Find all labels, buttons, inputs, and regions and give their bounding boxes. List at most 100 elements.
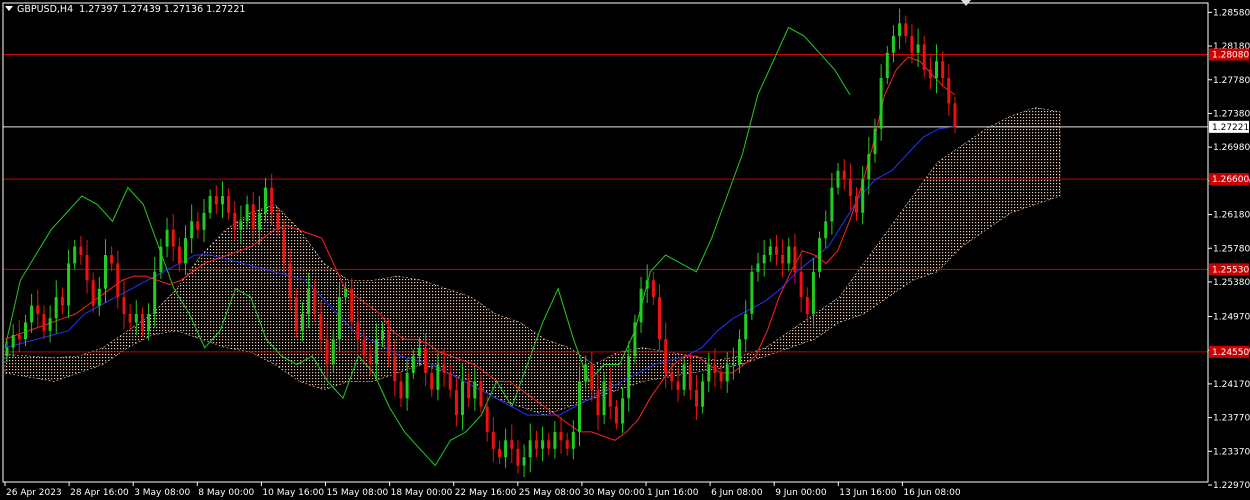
candle-body — [830, 187, 834, 222]
candle — [202, 199, 206, 243]
candle-body — [793, 246, 797, 272]
candle — [565, 432, 569, 456]
candle-body — [436, 364, 440, 390]
candle-body — [270, 187, 274, 213]
level-label-text: 1.26600 — [1212, 175, 1249, 185]
kumo-area — [4, 107, 1061, 416]
candle — [559, 417, 563, 454]
candle — [621, 387, 625, 434]
candle-body — [916, 44, 920, 53]
candle — [614, 399, 618, 430]
candle — [91, 272, 95, 313]
candle — [116, 250, 120, 309]
candle-body — [664, 339, 668, 373]
candle-body — [744, 314, 748, 340]
x-tick-label: 3 May 08:00 — [134, 488, 190, 498]
candle-body — [867, 153, 871, 180]
candle — [861, 166, 865, 225]
candle — [17, 320, 21, 353]
ohlc-high: 1.27439 — [121, 4, 161, 15]
candle — [781, 239, 785, 278]
candle-body — [233, 212, 237, 230]
candle — [928, 56, 932, 90]
x-tick-label: 30 May 00:00 — [583, 488, 645, 498]
candle-body — [221, 196, 224, 205]
level-label-text: 1.25530 — [1212, 265, 1249, 275]
candle-body — [17, 335, 21, 340]
candle-body — [177, 246, 181, 264]
candle-body — [42, 314, 46, 331]
x-tick-label: 8 May 00:00 — [198, 488, 254, 498]
price-chart[interactable]: 1.285801.281801.277801.273801.269801.265… — [0, 0, 1250, 500]
candle — [818, 231, 822, 278]
y-tick-label: 1.24170 — [1213, 380, 1250, 390]
candle-body — [947, 78, 951, 104]
candle-body — [73, 246, 77, 264]
candle-body — [97, 288, 101, 306]
candle-body — [184, 238, 187, 264]
y-tick-label: 1.25780 — [1213, 244, 1250, 254]
x-tick-label: 22 May 16:00 — [455, 488, 517, 498]
candle — [941, 51, 945, 87]
ichimoku-cloud — [4, 107, 1061, 416]
candle — [633, 314, 637, 364]
candle-body — [245, 204, 249, 222]
candle-body — [104, 255, 107, 289]
candle — [54, 280, 58, 334]
candle-body — [448, 372, 452, 390]
candle — [196, 211, 200, 239]
candle-body — [824, 221, 828, 239]
candle — [516, 440, 520, 474]
candle-body — [584, 364, 588, 382]
current-price-text: 1.27221 — [1212, 123, 1249, 133]
candle-body — [528, 440, 532, 458]
candle-body — [504, 440, 508, 458]
dropdown-triangle-icon[interactable] — [5, 6, 13, 11]
candle-body — [818, 238, 822, 272]
candle-body — [904, 23, 908, 36]
candle — [510, 424, 514, 464]
candle — [953, 96, 957, 134]
x-tick-label: 18 May 00:00 — [391, 488, 453, 498]
candle-body — [811, 271, 815, 314]
candle — [177, 237, 181, 272]
y-tick-label: 1.26180 — [1213, 211, 1250, 221]
candle — [67, 249, 71, 318]
candle-body — [608, 381, 612, 407]
y-tick-label: 1.27780 — [1213, 76, 1250, 86]
x-tick-label: 9 Jun 00:00 — [775, 488, 827, 498]
candle — [553, 421, 557, 459]
chart-shift-marker-icon[interactable] — [961, 0, 971, 6]
candle-body — [331, 339, 335, 365]
candle-body — [922, 44, 926, 70]
candle-body — [836, 170, 840, 188]
candle-body — [682, 364, 686, 390]
candle — [110, 246, 114, 272]
candle-body — [614, 406, 618, 424]
candle-body — [153, 271, 157, 314]
candle — [79, 235, 83, 265]
candle-body — [393, 356, 397, 382]
candle — [491, 417, 495, 463]
candle-body — [756, 263, 760, 272]
candle-body — [805, 297, 809, 314]
candle-body — [276, 212, 280, 230]
candle-body — [479, 381, 483, 407]
candle-body — [879, 78, 883, 129]
candle-body — [621, 398, 625, 424]
candle-body — [627, 356, 631, 399]
candle — [504, 428, 508, 468]
candle-body — [941, 61, 945, 79]
y-tick-label: 1.27380 — [1213, 109, 1250, 119]
candle — [399, 371, 403, 408]
candle — [534, 430, 538, 458]
candle — [73, 239, 77, 270]
candle-body — [362, 339, 366, 357]
y-tick-label: 1.22970 — [1213, 481, 1250, 491]
candle-body — [670, 372, 674, 382]
candle-body — [707, 364, 711, 382]
level-price-labels: 1.28080 1.26600 1.25530 1.24550 1.27221 — [1209, 48, 1249, 358]
candle — [855, 187, 858, 221]
candle-body — [134, 314, 138, 323]
candle-body — [910, 35, 914, 53]
